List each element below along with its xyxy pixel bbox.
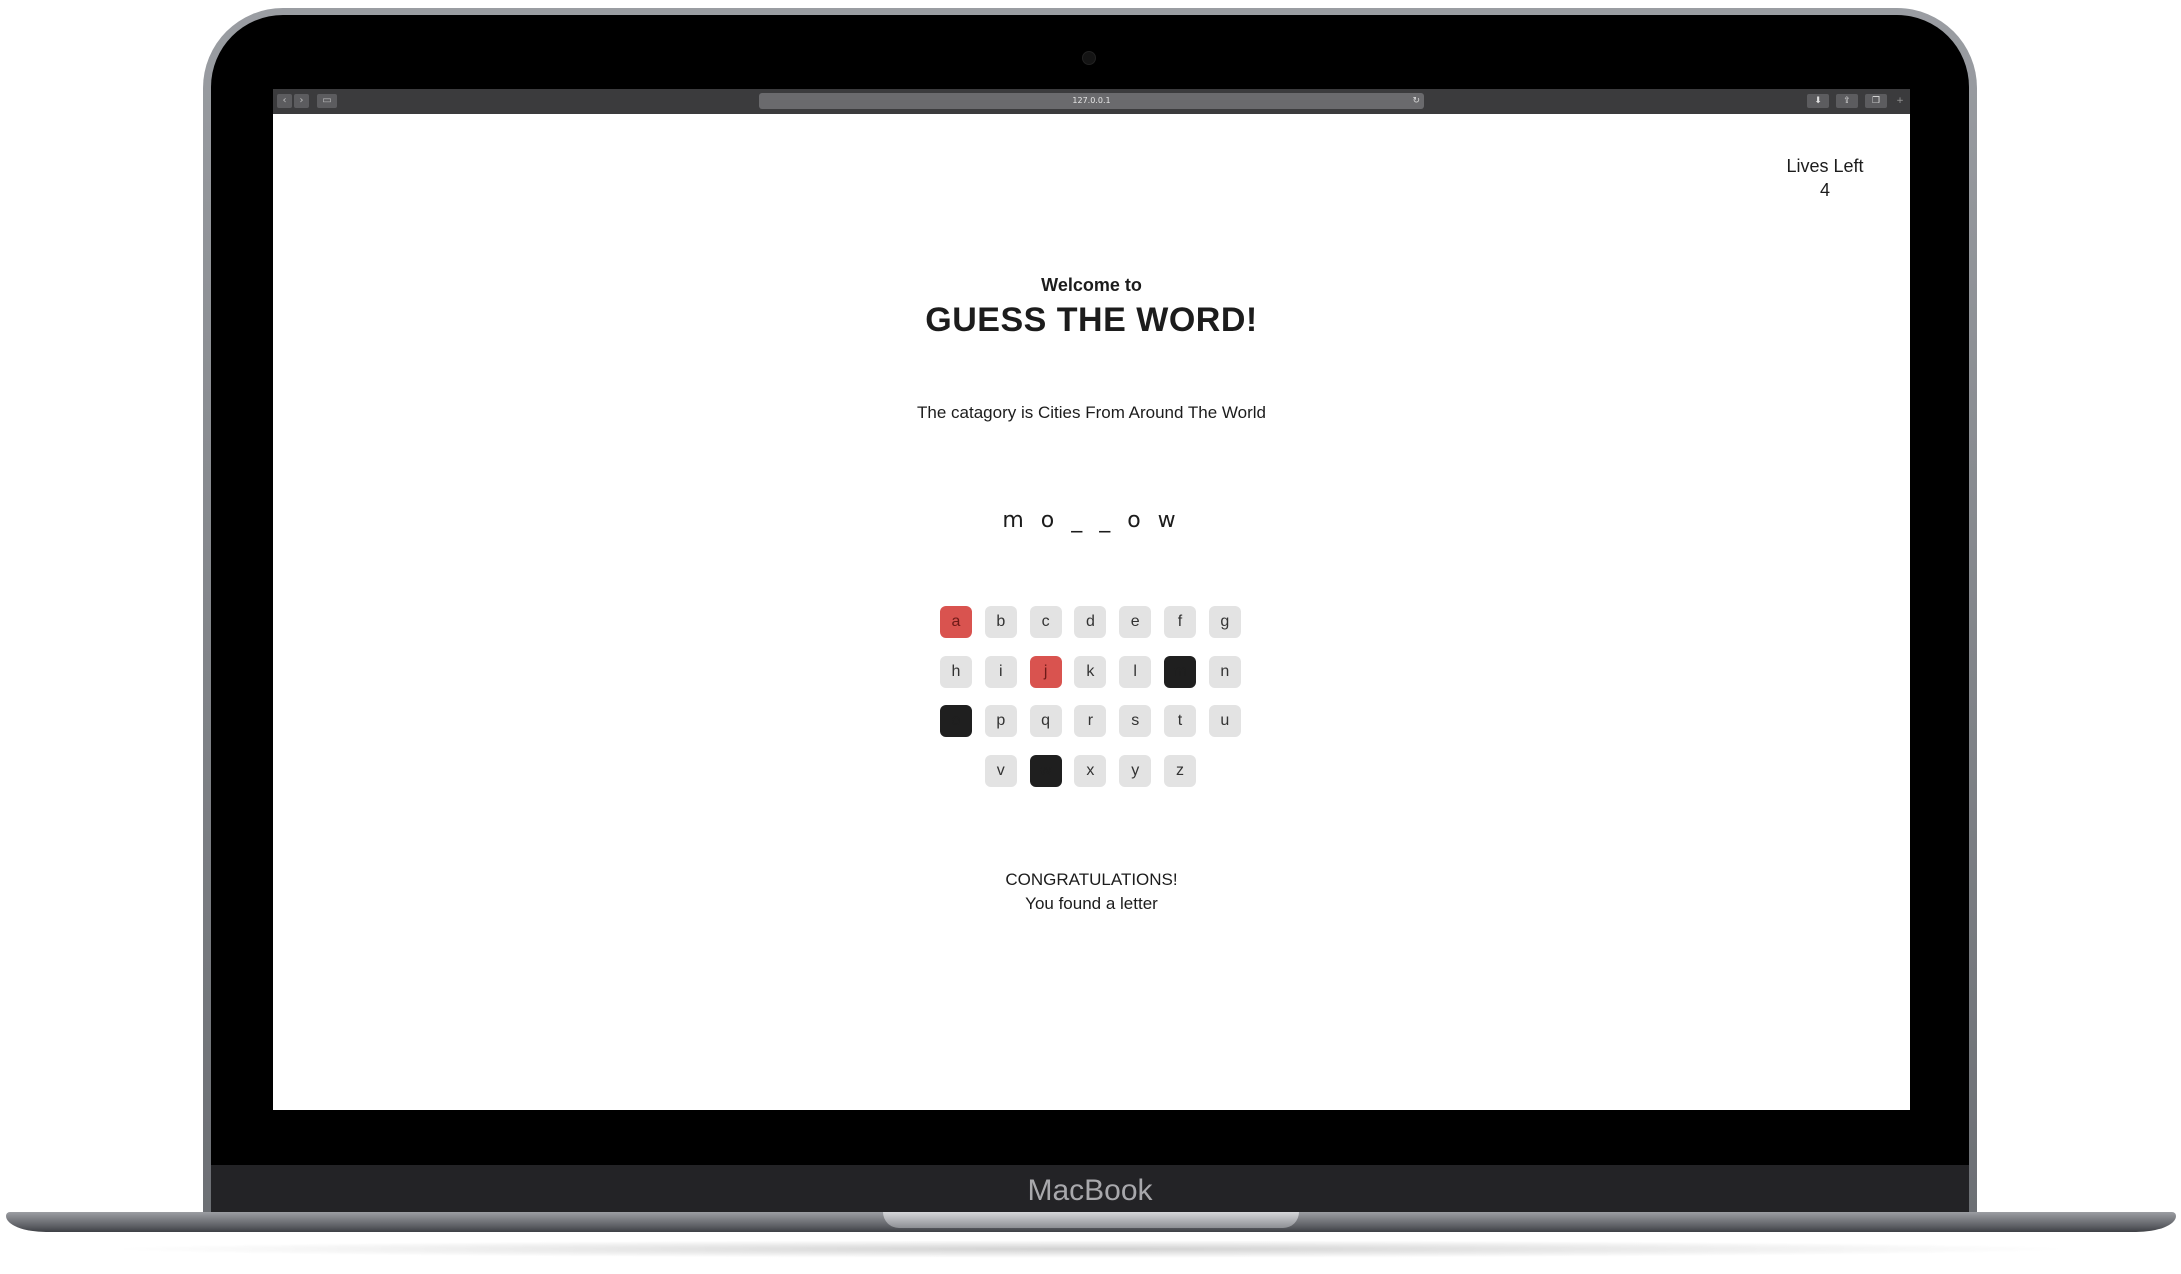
letter-key-v[interactable]: v: [984, 754, 1017, 787]
keyboard-row: hijklmn: [940, 655, 1260, 706]
letter-key-b[interactable]: b: [984, 606, 1017, 638]
brand-label: MacBook: [1027, 1174, 1153, 1207]
letter-key-n[interactable]: n: [1208, 655, 1241, 688]
url-text: 127.0.0.1: [1072, 96, 1111, 105]
letter-key-y[interactable]: y: [1119, 754, 1152, 787]
plus-icon[interactable]: +: [1893, 94, 1907, 108]
letter-key-m[interactable]: m: [1164, 655, 1196, 688]
browser-window: ‹ › ▭ 127.0.0.1 ↻ ⬇ ⇪ ❐ + Lives Left 4 W…: [273, 89, 1910, 1110]
page-title: GUESS THE WORD!: [925, 301, 1258, 339]
sidebar-icon[interactable]: ▭: [317, 94, 337, 108]
letter-key-a[interactable]: a: [940, 606, 972, 638]
lives-label: Lives Left: [1786, 156, 1864, 176]
letter-key-i[interactable]: i: [984, 655, 1017, 688]
letter-key-o[interactable]: o: [940, 705, 972, 737]
letter-key-l[interactable]: l: [1119, 655, 1152, 688]
letter-key-h[interactable]: h: [940, 655, 972, 688]
laptop-chin: MacBook: [211, 1165, 1969, 1215]
message-detail: You found a letter: [1025, 894, 1158, 913]
letter-key-g[interactable]: g: [1208, 606, 1241, 638]
laptop-mockup: ‹ › ▭ 127.0.0.1 ↻ ⬇ ⇪ ❐ + Lives Left 4 W…: [0, 0, 2181, 1274]
chevron-left-icon[interactable]: ‹: [277, 94, 292, 108]
keyboard-row: vwxyz: [940, 754, 1260, 805]
letter-key-f[interactable]: f: [1164, 606, 1196, 638]
letter-key-e[interactable]: e: [1119, 606, 1152, 638]
letter-key-j[interactable]: j: [1029, 655, 1062, 688]
keyboard-row: abcdefg: [940, 606, 1260, 656]
tabs-icon[interactable]: ❐: [1865, 94, 1887, 108]
letter-key-c[interactable]: c: [1029, 606, 1062, 638]
letter-key-z[interactable]: z: [1164, 754, 1196, 787]
category-text: The catagory is Cities From Around The W…: [917, 403, 1266, 422]
message-headline: CONGRATULATIONS!: [1005, 870, 1178, 889]
lives-value: 4: [1819, 180, 1830, 200]
letter-keyboard: abcdefghijklmnopqrstuvwxyz: [940, 606, 1260, 804]
base-notch: [883, 1212, 1299, 1228]
browser-toolbar: ‹ › ▭ 127.0.0.1 ↻ ⬇ ⇪ ❐ +: [273, 89, 1910, 114]
letter-key-u[interactable]: u: [1208, 705, 1241, 737]
letter-key-w[interactable]: w: [1029, 754, 1062, 787]
letter-key-t[interactable]: t: [1164, 705, 1196, 737]
status-message: CONGRATULATIONS! You found a letter: [273, 868, 1910, 916]
camera-icon: [1082, 51, 1096, 65]
letter-key-q[interactable]: q: [1029, 705, 1062, 737]
letter-key-s[interactable]: s: [1119, 705, 1152, 737]
letter-key-k[interactable]: k: [1074, 655, 1107, 688]
welcome-text: Welcome to: [1041, 275, 1142, 295]
base-shadow: [100, 1240, 2080, 1258]
lives-counter: Lives Left 4: [1765, 154, 1885, 202]
letter-key-r[interactable]: r: [1074, 705, 1107, 737]
download-icon[interactable]: ⬇: [1807, 94, 1829, 108]
address-bar[interactable]: 127.0.0.1 ↻: [759, 93, 1424, 109]
letter-key-p[interactable]: p: [984, 705, 1017, 737]
keyboard-row: opqrstu: [940, 705, 1260, 755]
letter-key-x[interactable]: x: [1074, 754, 1107, 787]
reload-icon[interactable]: ↻: [1412, 94, 1420, 108]
letter-key-d[interactable]: d: [1074, 606, 1107, 638]
word-display: m o _ _ o w: [1002, 508, 1181, 533]
chevron-right-icon[interactable]: ›: [294, 94, 309, 108]
share-icon[interactable]: ⇪: [1836, 94, 1858, 108]
